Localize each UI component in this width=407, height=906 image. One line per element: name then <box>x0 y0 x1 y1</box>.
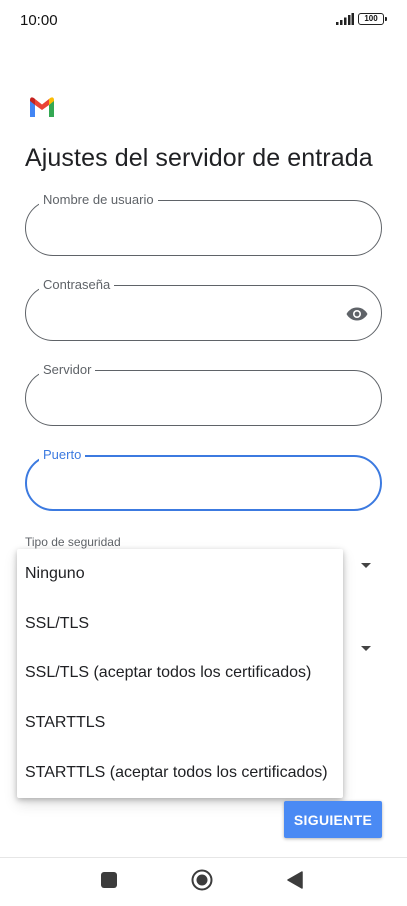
signal-icon <box>336 13 354 25</box>
port-field[interactable]: Puerto <box>25 446 382 511</box>
username-field[interactable]: Nombre de usuario <box>25 191 382 256</box>
menu-option-ssl-tls-accept-all[interactable]: SSL/TLS (aceptar todos los certificados) <box>17 649 343 699</box>
password-label: Contraseña <box>39 276 115 294</box>
server-label: Servidor <box>39 361 96 379</box>
password-field[interactable]: Contraseña <box>25 276 382 341</box>
menu-option-starttls-accept-all[interactable]: STARTTLS (aceptar todos los certificados… <box>17 748 343 798</box>
recents-square-icon[interactable] <box>101 872 117 888</box>
home-circle-icon[interactable] <box>191 869 213 891</box>
status-time: 10:00 <box>20 12 58 29</box>
secondary-dropdown-arrow-icon[interactable] <box>361 646 371 651</box>
back-triangle-icon[interactable] <box>287 871 303 889</box>
menu-option-none[interactable]: Ninguno <box>17 549 343 599</box>
nav-divider <box>0 857 407 858</box>
gmail-logo <box>30 97 54 117</box>
server-field[interactable]: Servidor <box>25 361 382 426</box>
port-label: Puerto <box>39 446 86 464</box>
menu-option-ssl-tls[interactable]: SSL/TLS <box>17 599 343 649</box>
security-type-label: Tipo de seguridad <box>25 535 121 549</box>
username-label: Nombre de usuario <box>39 191 158 209</box>
status-bar: 10:00 100 <box>0 0 407 40</box>
screen: 10:00 100 Ajustes del servidor de entrad… <box>0 0 407 906</box>
battery-icon: 100 <box>358 13 387 25</box>
eye-icon[interactable] <box>345 302 369 326</box>
page-title: Ajustes del servidor de entrada <box>25 144 373 172</box>
security-type-menu: Ninguno SSL/TLS SSL/TLS (aceptar todos l… <box>17 549 343 798</box>
menu-option-starttls[interactable]: STARTTLS <box>17 698 343 748</box>
next-button[interactable]: SIGUIENTE <box>284 801 382 838</box>
security-type-dropdown-arrow-icon[interactable] <box>361 563 371 568</box>
